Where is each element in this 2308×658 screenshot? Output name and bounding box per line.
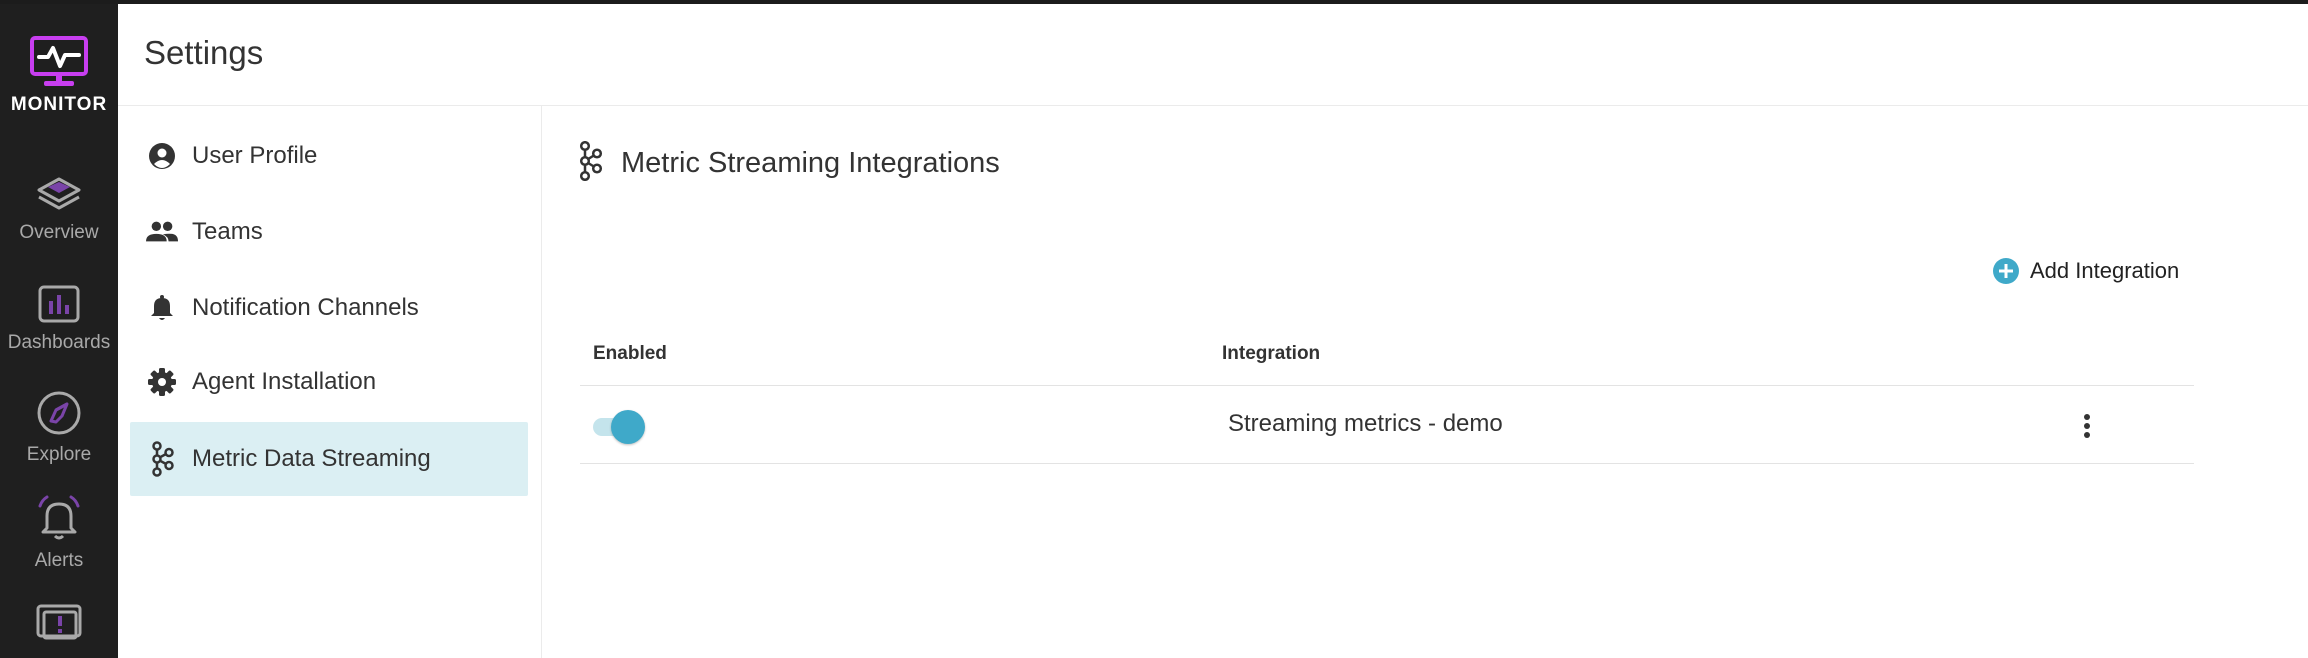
rail-item-alerts[interactable]: Alerts [0,494,118,572]
monitor-logo-icon [30,36,88,86]
section-header: Metric Streaming Integrations [577,140,1000,186]
settings-nav-label: User Profile [192,142,318,169]
plus-circle-icon [1993,258,2019,284]
bar-chart-icon [38,285,80,323]
rail-label: Overview [19,222,99,243]
settings-nav-item-teams[interactable]: Teams [130,195,528,269]
settings-nav-label: Notification Channels [192,294,419,321]
settings-nav-label: Agent Installation [192,368,377,395]
settings-nav-item-agent-installation[interactable]: Agent Installation [130,345,528,419]
streaming-nodes-icon [577,140,603,186]
toggle-knob [611,410,645,444]
settings-nav: User Profile Teams Notification Channels [118,105,542,658]
settings-nav-item-metric-data-streaming[interactable]: Metric Data Streaming [130,422,528,496]
page-header: Settings [118,4,2308,106]
page-title: Settings [144,34,264,71]
streaming-nodes-icon [146,441,178,477]
add-integration-label: Add Integration [2030,258,2180,283]
integrations-table: Enabled Integration Streaming metrics - … [580,323,2194,464]
settings-nav-item-notification-channels[interactable]: Notification Channels [130,271,528,345]
integration-name: Streaming metrics - demo [1228,410,1503,437]
layers-icon [37,177,81,210]
section-title: Metric Streaming Integrations [621,147,1000,179]
main-content: Metric Streaming Integrations Add Integr… [542,105,2308,658]
rail-label: Alerts [34,550,84,571]
enabled-toggle[interactable] [593,409,645,444]
app-name: MONITOR [10,94,108,115]
table-row[interactable]: Streaming metrics - demo [580,386,2194,464]
rail-item-explore[interactable]: Explore [0,390,118,466]
rail-item-overview[interactable]: Overview [0,174,118,244]
table-header: Enabled Integration [580,323,2194,386]
rail-item-dashboards[interactable]: Dashboards [0,284,118,354]
settings-nav-label: Metric Data Streaming [192,445,431,472]
app-logo[interactable]: MONITOR [0,34,118,116]
rail-label: Explore [26,444,92,465]
account-circle-icon [146,140,178,172]
people-icon [146,216,178,248]
rail-item-feedback[interactable] [0,602,118,650]
compass-icon [37,391,81,435]
rail-label: Dashboards [7,332,111,353]
bell-icon [146,292,178,324]
feedback-icon [36,604,82,640]
add-integration-button[interactable]: Add Integration [1992,257,2179,285]
column-header-integration: Integration [1222,343,1321,364]
settings-nav-label: Teams [192,218,263,245]
bell-icon [38,495,80,540]
gear-icon [146,366,178,398]
column-header-enabled: Enabled [593,343,667,364]
more-vert-icon [2084,414,2090,438]
row-actions-menu[interactable] [2074,411,2100,441]
app-rail: MONITOR Overview Dashboards Explore Aler… [0,4,118,658]
settings-nav-item-user-profile[interactable]: User Profile [130,119,528,193]
